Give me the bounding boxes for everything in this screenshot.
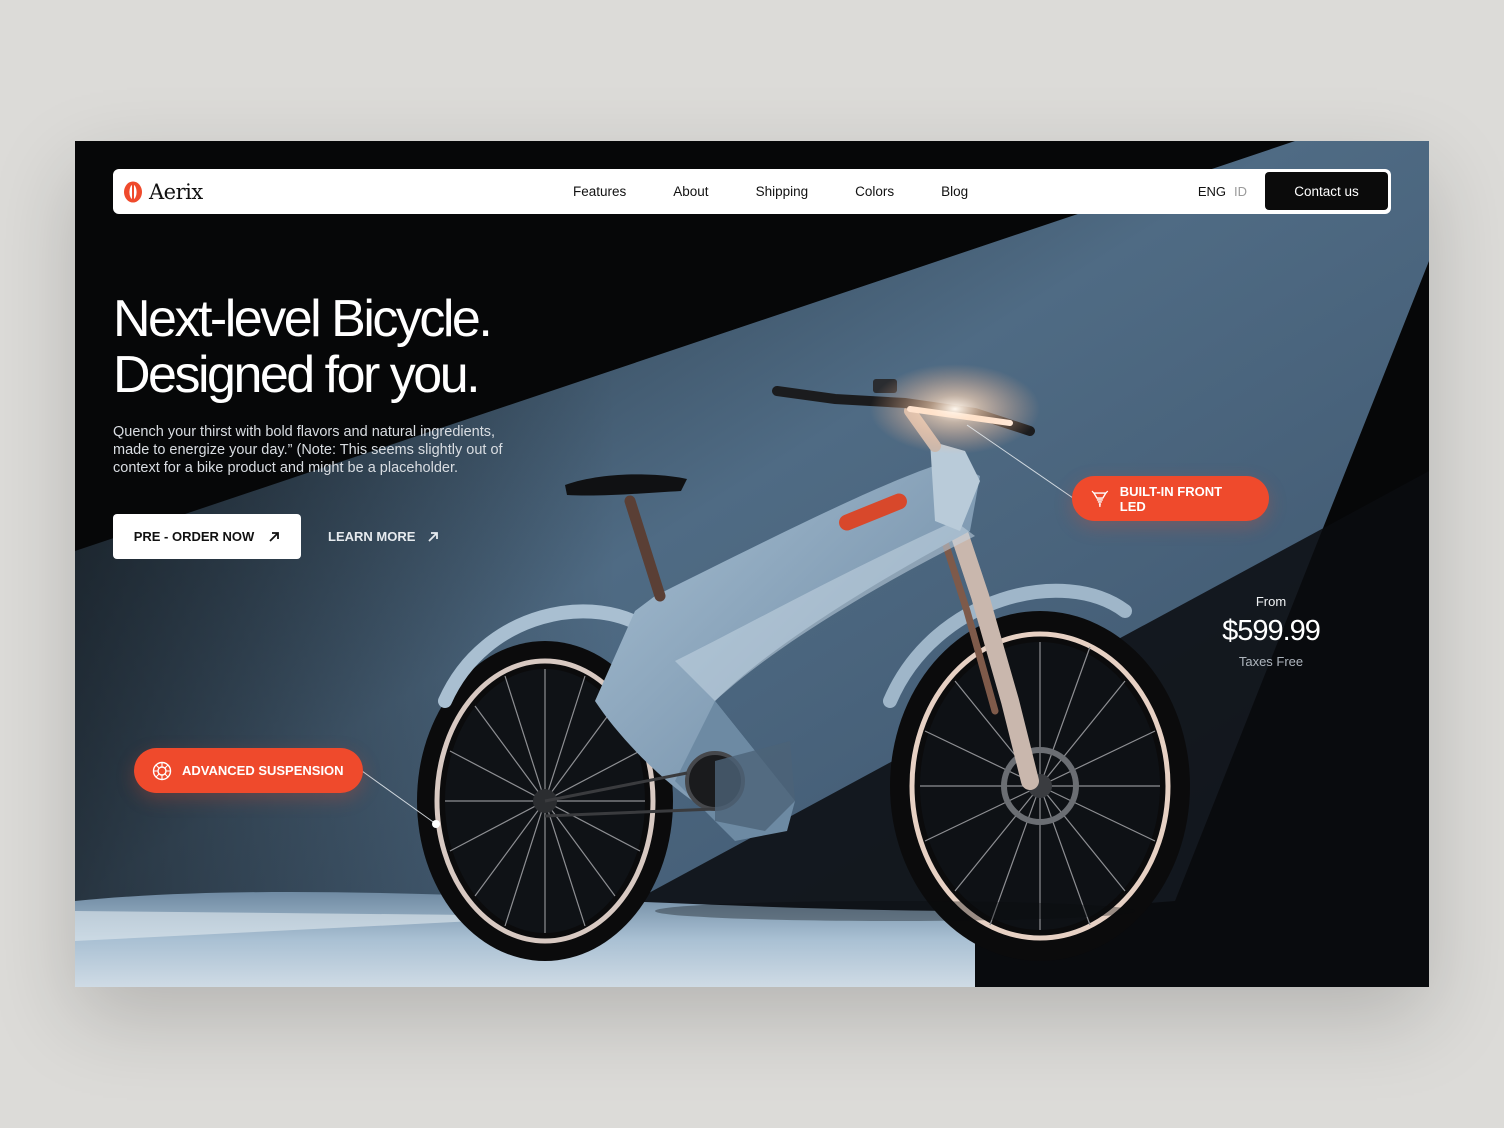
nav-item-blog[interactable]: Blog: [941, 184, 968, 199]
nav-menu: Features About Shipping Colors Blog: [573, 169, 1015, 214]
feature-led-label: BUILT-IN FRONT LED: [1119, 483, 1223, 514]
pre-order-label: PRE - ORDER NOW: [133, 529, 255, 544]
feature-suspension-label: ADVANCED SUSPENSION: [182, 763, 344, 778]
feature-suspension-pill[interactable]: ADVANCED SUSPENSION: [134, 748, 363, 793]
learn-more-label: LEARN MORE: [328, 529, 416, 544]
hero-background: [75, 141, 1429, 987]
pre-order-button[interactable]: PRE - ORDER NOW: [113, 514, 301, 559]
price-block: From $599.99 Taxes Free: [1195, 594, 1347, 669]
suspension-icon: [152, 761, 172, 780]
hero-description: Quench your thirst with bold flavors and…: [113, 424, 503, 476]
brand[interactable]: Aerix: [123, 169, 203, 214]
language-switcher: ENG ID: [1198, 169, 1247, 214]
nav-item-features[interactable]: Features: [573, 184, 626, 199]
hero-headline: Next-level Bicycle. Designed for you.: [113, 290, 493, 404]
feature-led-pill[interactable]: BUILT-IN FRONT LED: [1072, 476, 1269, 521]
price-from-label: From: [1255, 594, 1287, 609]
arrow-up-right-icon: [269, 531, 280, 542]
nav-item-about[interactable]: About: [673, 184, 708, 199]
bicycle-illustration: [75, 141, 1429, 987]
aerix-logo-icon: [124, 181, 142, 202]
nav-item-shipping[interactable]: Shipping: [756, 184, 809, 199]
contact-us-button[interactable]: Contact us: [1265, 172, 1388, 210]
headlight-icon: [1091, 490, 1109, 507]
nav-item-colors[interactable]: Colors: [855, 184, 894, 199]
arrow-up-right-icon: [428, 531, 439, 542]
headline-line-2: Designed for you.: [113, 346, 481, 404]
learn-more-link[interactable]: LEARN MORE: [328, 514, 439, 559]
lang-eng[interactable]: ENG: [1198, 184, 1226, 199]
headline-line-1: Next-level Bicycle.: [113, 290, 493, 348]
price-amount: $599.99: [1222, 615, 1321, 647]
brand-name: Aerix: [149, 179, 203, 204]
navbar: Aerix Features About Shipping Colors Blo…: [113, 169, 1391, 214]
hero-frame: Aerix Features About Shipping Colors Blo…: [75, 141, 1429, 987]
price-tax-label: Taxes Free: [1238, 654, 1304, 669]
lang-id[interactable]: ID: [1234, 184, 1247, 199]
